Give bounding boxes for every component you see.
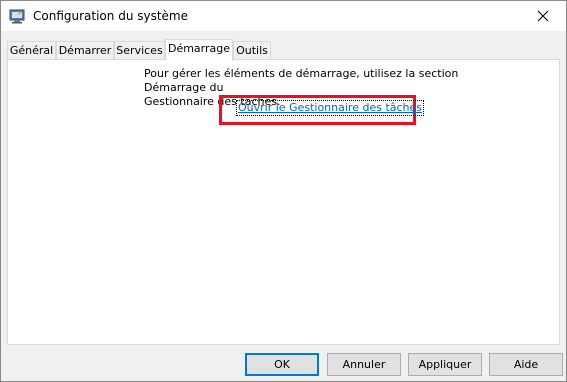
window-title: Configuration du système	[33, 9, 188, 23]
tab-demarrage[interactable]: Démarrage	[165, 39, 233, 61]
tab-demarrer[interactable]: Démarrer	[56, 41, 114, 59]
help-button[interactable]: Aide	[489, 353, 563, 376]
tab-services[interactable]: Services	[114, 41, 165, 59]
tab-general[interactable]: Général	[7, 41, 56, 59]
cancel-button[interactable]: Annuler	[327, 353, 401, 376]
system-configuration-window: Configuration du système Général Démarre…	[0, 0, 567, 382]
startup-panel: Pour gérer les éléments de démarrage, ut…	[7, 59, 560, 345]
title-bar: Configuration du système	[1, 1, 566, 31]
apply-button[interactable]: Appliquer	[408, 353, 482, 376]
tab-outils[interactable]: Outils	[233, 41, 271, 59]
open-task-manager-link[interactable]: Ouvrir le Gestionnaire des tâches	[236, 100, 425, 116]
close-button[interactable]	[520, 1, 566, 31]
ok-button[interactable]: OK	[245, 353, 319, 376]
close-icon	[537, 10, 549, 22]
startup-info-line-1: Pour gérer les éléments de démarrage, ut…	[144, 67, 459, 94]
system-configuration-icon	[9, 8, 25, 24]
